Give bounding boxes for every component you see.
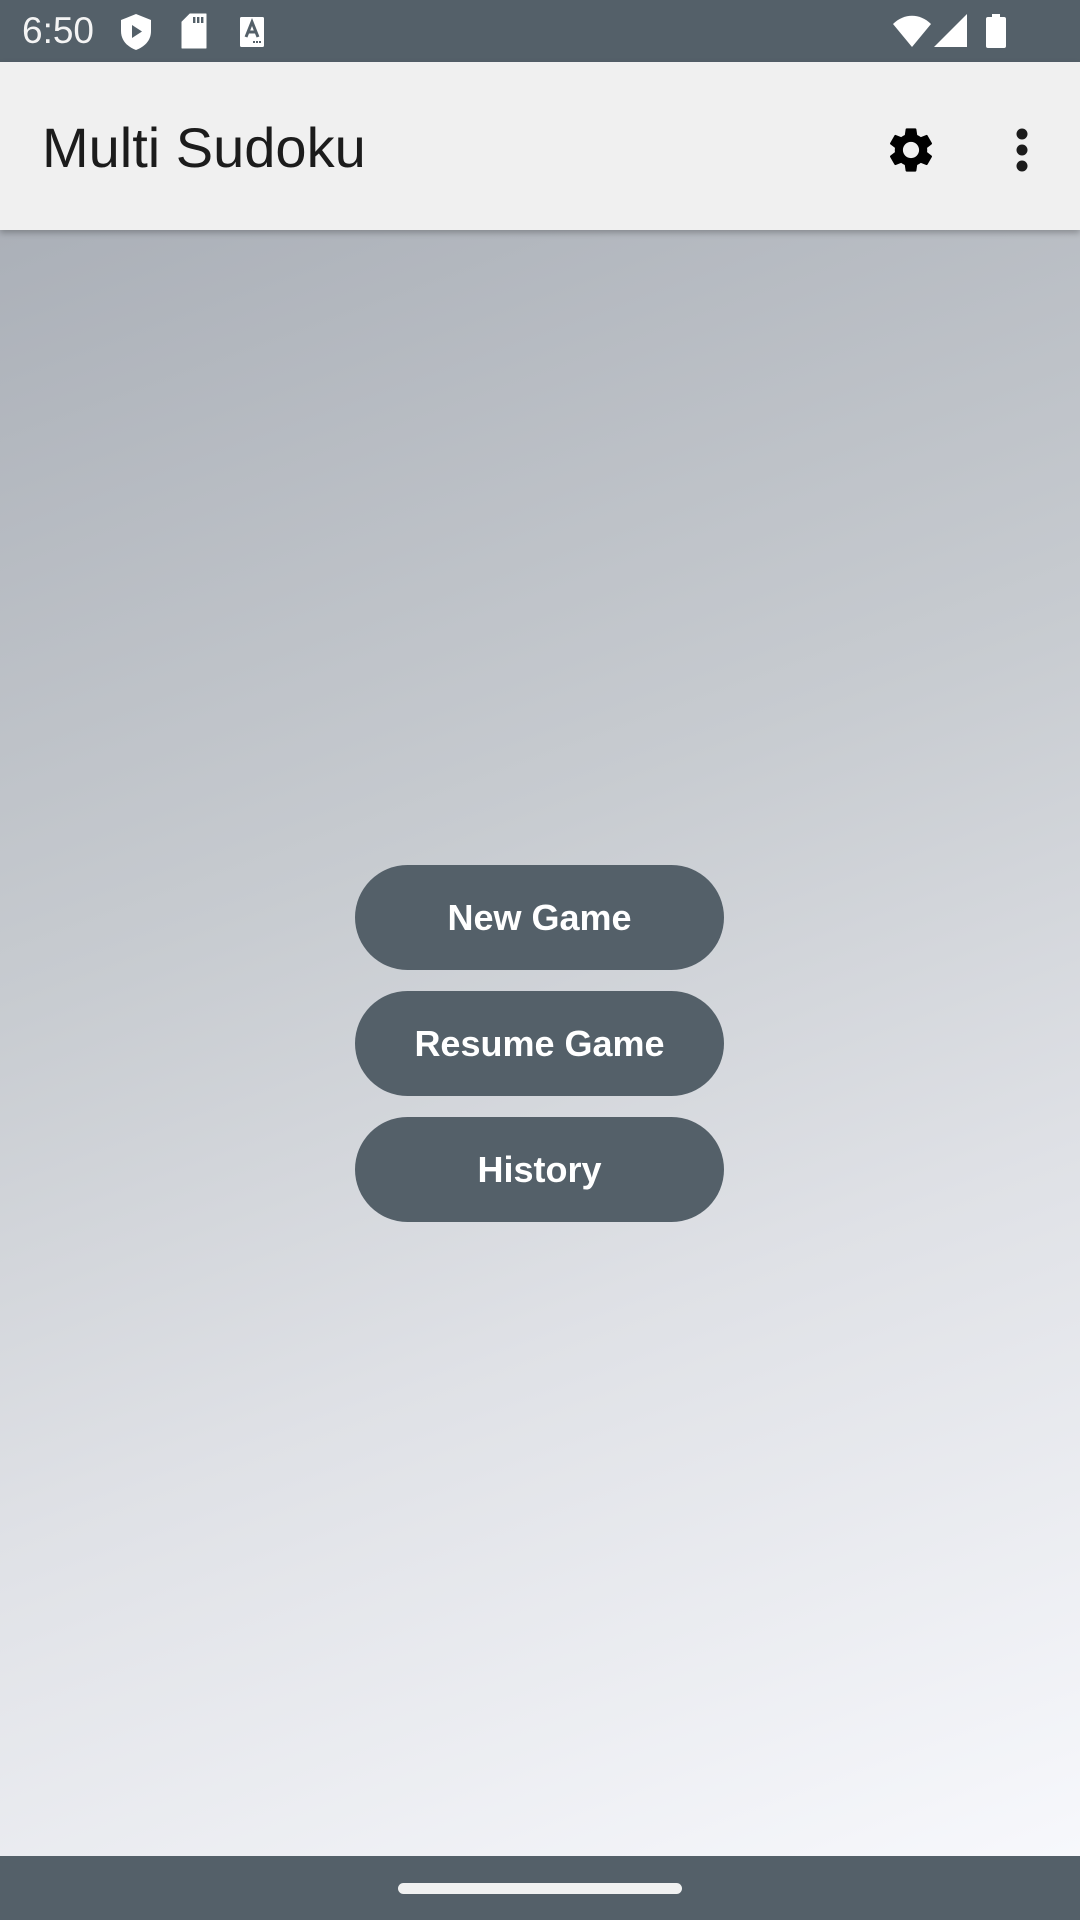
status-bar: 6:50	[0, 0, 1080, 62]
font-a-icon	[240, 17, 264, 47]
settings-button[interactable]	[871, 110, 951, 190]
wifi-icon	[893, 15, 931, 47]
resume-game-button[interactable]: Resume Game	[355, 991, 724, 1096]
battery-icon	[986, 14, 1006, 48]
sd-card-icon	[181, 13, 207, 49]
main-menu-area: New Game Resume Game History	[0, 230, 1080, 1856]
app-bar: Multi Sudoku	[0, 62, 1080, 230]
cellular-signal-icon	[934, 14, 967, 47]
history-button[interactable]: History	[355, 1117, 724, 1222]
status-time: 6:50	[22, 10, 95, 51]
more-options-button[interactable]	[982, 110, 1062, 190]
more-vert-icon	[1016, 128, 1028, 172]
gear-icon	[889, 128, 933, 172]
home-gesture-handle[interactable]	[398, 1883, 682, 1894]
new-game-button[interactable]: New Game	[355, 865, 724, 970]
navigation-bar	[0, 1856, 1080, 1920]
play-protect-shield-icon	[121, 14, 151, 50]
app-title: Multi Sudoku	[42, 116, 366, 179]
